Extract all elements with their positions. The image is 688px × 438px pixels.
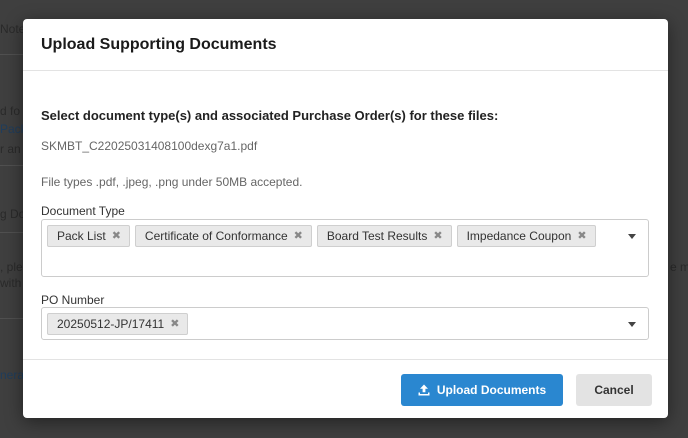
po-number-label: PO Number bbox=[41, 293, 105, 307]
chip-label: Certificate of Conformance bbox=[144, 229, 288, 243]
dialog-title: Upload Supporting Documents bbox=[41, 36, 277, 53]
cancel-button[interactable]: Cancel bbox=[576, 374, 652, 406]
dialog-header: Upload Supporting Documents bbox=[23, 19, 668, 71]
bg-text-fragment: e ma bbox=[670, 260, 688, 274]
remove-icon[interactable]: ✖ bbox=[577, 230, 586, 242]
remove-icon[interactable]: ✖ bbox=[112, 230, 121, 242]
chip-label: Board Test Results bbox=[326, 229, 428, 243]
dialog-footer: Upload Documents Cancel bbox=[23, 359, 668, 418]
file-name: SKMBT_C22025031408100dexg7a1.pdf bbox=[41, 139, 258, 153]
file-types-note: File types .pdf, .jpeg, .png under 50MB … bbox=[41, 175, 303, 189]
upload-documents-button[interactable]: Upload Documents bbox=[401, 374, 563, 406]
bg-text-fragment: g Do bbox=[0, 207, 26, 221]
bg-link-fragment: nera bbox=[0, 368, 25, 382]
bg-text-fragment: , ple bbox=[0, 260, 23, 274]
caret-down-icon[interactable] bbox=[628, 234, 636, 239]
bg-text-fragment: r an bbox=[0, 142, 21, 156]
upload-button-label: Upload Documents bbox=[436, 383, 547, 397]
caret-down-icon[interactable] bbox=[628, 322, 636, 327]
remove-icon[interactable]: ✖ bbox=[294, 230, 303, 242]
document-type-label: Document Type bbox=[41, 204, 125, 218]
instructions-text: Select document type(s) and associated P… bbox=[41, 108, 499, 123]
chip-label: 20250512-JP/17411 bbox=[57, 317, 165, 331]
document-type-chip: Board Test Results ✖ bbox=[316, 225, 452, 247]
po-number-select[interactable]: 20250512-JP/17411 ✖ bbox=[41, 307, 649, 340]
upload-dialog: Upload Supporting Documents Select docum… bbox=[23, 19, 668, 418]
remove-icon[interactable]: ✖ bbox=[170, 318, 179, 330]
po-number-chip: 20250512-JP/17411 ✖ bbox=[47, 313, 189, 335]
document-type-chip: Impedance Coupon ✖ bbox=[456, 225, 596, 247]
document-type-chip: Pack List ✖ bbox=[47, 225, 130, 247]
document-type-select[interactable]: Pack List ✖ Certificate of Conformance ✖… bbox=[41, 219, 649, 277]
upload-icon bbox=[418, 384, 430, 396]
chip-label: Pack List bbox=[57, 229, 106, 243]
bg-text-fragment: with bbox=[0, 276, 22, 290]
document-type-chip: Certificate of Conformance ✖ bbox=[134, 225, 312, 247]
chip-label: Impedance Coupon bbox=[466, 229, 572, 243]
bg-text-fragment: d fo bbox=[0, 104, 21, 118]
remove-icon[interactable]: ✖ bbox=[433, 230, 442, 242]
bg-text-fragment: Note bbox=[0, 22, 26, 36]
